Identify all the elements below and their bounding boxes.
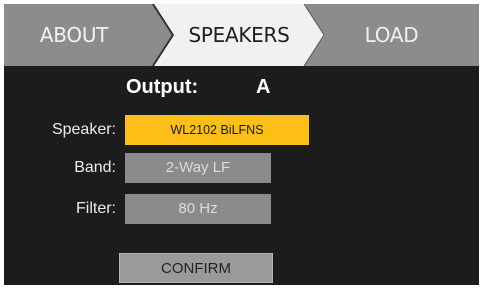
- filter-select[interactable]: 80 Hz: [125, 194, 271, 224]
- speaker-select[interactable]: WL2102 BiLFNS: [125, 115, 309, 145]
- tab-load[interactable]: LOAD: [329, 4, 454, 66]
- speaker-label: Speaker:: [51, 121, 116, 138]
- band-select[interactable]: 2-Way LF: [125, 153, 271, 183]
- filter-label: Filter:: [76, 200, 116, 217]
- tab-bar: ABOUT SPEAKERS LOAD: [4, 4, 479, 66]
- confirm-button[interactable]: CONFIRM: [119, 253, 273, 283]
- output-value: A: [256, 76, 271, 98]
- output-label: Output:: [126, 76, 199, 98]
- band-label: Band:: [74, 159, 116, 176]
- tab-speakers[interactable]: SPEAKERS: [154, 4, 324, 66]
- tab-about[interactable]: ABOUT: [4, 4, 144, 66]
- speaker-setup-screen: ABOUT SPEAKERS LOAD Output: A Speaker: W…: [4, 4, 479, 285]
